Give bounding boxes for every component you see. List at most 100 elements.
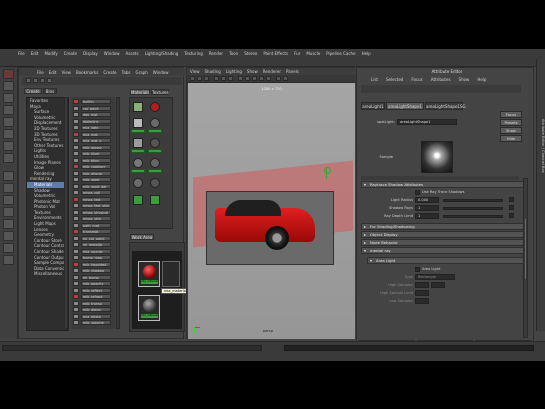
attr-menu-show[interactable]: Show <box>459 77 470 82</box>
graph-editor-layout-icon[interactable] <box>3 243 14 253</box>
focus-button[interactable]: Focus <box>500 111 522 118</box>
menu-texturing[interactable]: Texturing <box>184 51 202 56</box>
grid-toggle-icon[interactable] <box>214 76 219 81</box>
material-swatch[interactable] <box>150 195 160 205</box>
high-sample-limit-field[interactable] <box>415 290 429 296</box>
menu-fur[interactable]: Fur <box>294 51 300 56</box>
graph-downstream-icon[interactable] <box>40 78 45 83</box>
use-lights-icon[interactable] <box>259 76 264 81</box>
hs-menu-edit[interactable]: Edit <box>49 70 57 75</box>
menu-modify[interactable]: Modify <box>44 51 57 56</box>
node-list-item[interactable]: mib_refract <box>73 294 113 299</box>
persp-outliner-layout-icon[interactable] <box>3 195 14 205</box>
node-list-item[interactable]: mi_bump <box>73 274 113 280</box>
textured-icon[interactable] <box>252 76 257 81</box>
scale-tool-icon[interactable] <box>3 129 14 139</box>
tab-area-light-shape[interactable]: areaLightShape1 <box>386 102 424 110</box>
menu-paint-effects[interactable]: Paint Effects <box>263 51 288 56</box>
node-list-item[interactable]: mia_roundc <box>73 248 113 254</box>
tab-area-light-sg[interactable]: areaLightShape1SG <box>425 102 466 110</box>
presets-button[interactable]: Presets <box>500 119 522 126</box>
attr-menu-attributes[interactable]: Attributes <box>431 77 451 82</box>
node-list-item[interactable]: builtin <box>73 99 113 104</box>
node-list-item[interactable]: misss_call <box>73 190 113 195</box>
node-list-item[interactable]: mi_car_paint <box>73 235 113 241</box>
tree-item[interactable]: Contour Shader <box>27 249 68 255</box>
vp-menu-renderer[interactable]: Renderer <box>263 69 281 74</box>
ray-depth-field[interactable]: 1 <box>415 213 439 219</box>
camera-select-icon[interactable] <box>190 76 195 81</box>
use-ray-trace-checkbox[interactable] <box>415 190 420 195</box>
node-name-field[interactable]: areaLightShape1 <box>397 119 457 125</box>
section-fur-shading[interactable]: ▸ Fur Shading/Shadowing <box>361 223 525 230</box>
node-list-item[interactable]: mib_phong <box>73 170 113 176</box>
show-button[interactable]: Show <box>500 127 522 134</box>
node-list-item[interactable]: mib_transp <box>73 300 113 306</box>
section-mental-ray[interactable]: ▾ mental ray <box>361 247 525 254</box>
node-list-item[interactable]: mib_reflect <box>73 287 113 293</box>
graph-materials-icon[interactable] <box>26 78 31 83</box>
node-list-item[interactable]: dgs_mat <box>73 112 113 117</box>
area-light-checkbox[interactable] <box>415 267 420 272</box>
menu-assets[interactable]: Assets <box>126 51 139 56</box>
node-list-item[interactable]: mia_mat_x <box>73 138 113 143</box>
menu-pipeline-cache[interactable]: Pipeline Cache <box>326 51 355 56</box>
material-swatch[interactable] <box>133 118 143 128</box>
high-samples-field[interactable] <box>431 282 445 288</box>
last-tool-icon[interactable] <box>3 153 14 163</box>
attr-scrollbar[interactable] <box>523 178 528 338</box>
perspective-viewport[interactable]: 1280 x 720 persp <box>188 83 355 339</box>
tree-item[interactable]: Sample Compo <box>27 260 68 266</box>
menu-stereo[interactable]: Stereo <box>244 51 257 56</box>
material-swatch[interactable] <box>150 118 160 128</box>
menu-lighting-shading[interactable]: Lighting/Shading <box>145 51 179 56</box>
wireframe-icon[interactable] <box>238 76 243 81</box>
material-swatch[interactable] <box>133 195 143 205</box>
side-tab-strip[interactable]: Attribute Editor / Channel Box <box>536 59 545 331</box>
node-list-item[interactable]: bump_map <box>73 255 113 260</box>
hs-menu-window[interactable]: Window <box>153 70 169 75</box>
rotate-tool-icon[interactable] <box>3 117 14 127</box>
tree-scrollbar[interactable] <box>64 97 68 329</box>
material-swatch[interactable] <box>150 138 160 148</box>
node-list-item[interactable]: mib_cooktorr <box>73 164 113 169</box>
tab-textures[interactable]: Textures <box>151 89 169 95</box>
node-list-item[interactable]: mi_metallic <box>73 242 113 247</box>
menu-display[interactable]: Display <box>83 51 98 56</box>
bookmark-icon[interactable] <box>204 76 209 81</box>
shadows-icon[interactable] <box>266 76 271 81</box>
outliner-layout-icon[interactable] <box>3 231 14 241</box>
smooth-shade-icon[interactable] <box>245 76 250 81</box>
material-swatch[interactable] <box>133 138 143 148</box>
node-list-item[interactable]: mib_volume <box>73 320 113 325</box>
command-line-input[interactable] <box>2 345 262 351</box>
node-list-item[interactable]: mib_ward <box>73 177 113 182</box>
mia-material-node[interactable]: mia_material_x1 <box>138 261 160 287</box>
menu-window[interactable]: Window <box>104 51 120 56</box>
material-swatch[interactable] <box>133 178 143 188</box>
light-radius-field[interactable]: 0.000 <box>415 197 439 203</box>
tab-work-area[interactable]: Work Area <box>130 234 154 240</box>
tab-materials[interactable]: Materials <box>130 89 150 95</box>
node-list-item[interactable]: mib_ward_der <box>73 183 113 189</box>
tab-bins[interactable]: Bins <box>43 88 57 94</box>
section-raytrace-shadow[interactable]: ▾ Raytrace Shadow Attributes <box>361 181 525 188</box>
map-button-icon[interactable] <box>509 205 514 210</box>
lasso-tool-icon[interactable] <box>3 81 14 91</box>
map-button-icon[interactable] <box>509 213 514 218</box>
menu-edit[interactable]: Edit <box>31 51 39 56</box>
hs-menu-create[interactable]: Create <box>103 70 116 75</box>
node-list-item[interactable]: dielectric <box>73 118 113 124</box>
node-list-item[interactable]: mib_glossy <box>73 144 113 150</box>
high-samples-field[interactable] <box>415 282 429 288</box>
node-list-item[interactable]: transmat <box>73 229 113 234</box>
material-swatch[interactable] <box>150 102 160 112</box>
shading-group-node[interactable]: mia_material_x1SG <box>138 295 160 321</box>
node-list-item[interactable]: mib_shadow <box>73 268 113 273</box>
shading-group-node[interactable] <box>162 261 180 287</box>
material-swatch[interactable] <box>150 158 160 168</box>
vp-menu-shading[interactable]: Shading <box>205 69 221 74</box>
section-node-behavior[interactable]: ▸ Node Behavior <box>361 239 525 246</box>
xray-icon[interactable] <box>276 76 281 81</box>
tab-create[interactable]: Create <box>24 88 42 94</box>
